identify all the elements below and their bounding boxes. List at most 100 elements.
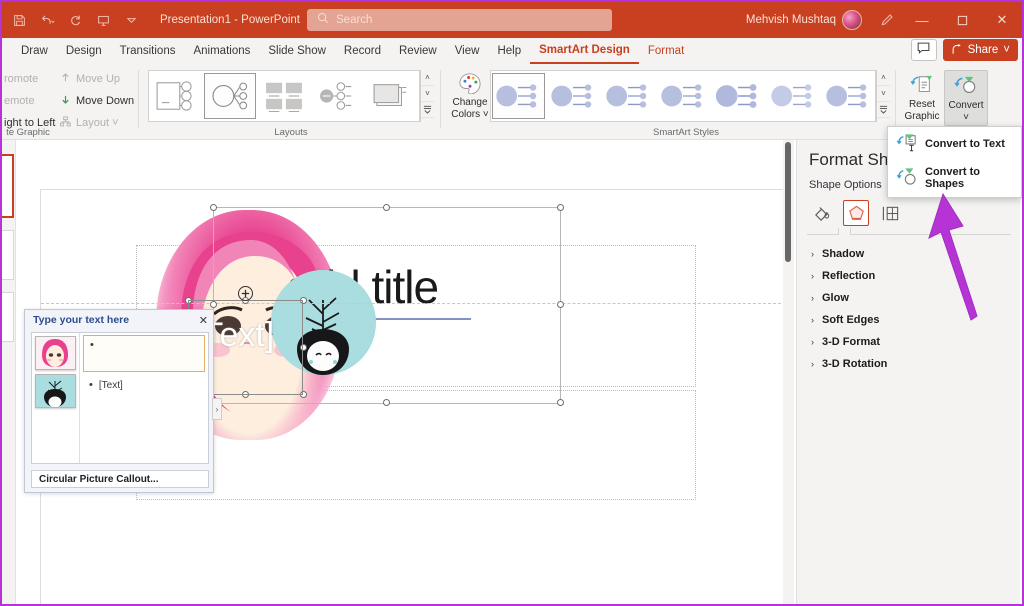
tab-transitions[interactable]: Transitions — [111, 38, 185, 64]
share-caret-icon[interactable]: ˅ — [1003, 44, 1010, 56]
tab-draw[interactable]: Draw — [12, 38, 57, 64]
canvas-scrollbar-thumb[interactable] — [785, 142, 791, 262]
text-pane-title: Type your text here — [33, 314, 130, 326]
picture-insert-icon[interactable] — [238, 286, 253, 301]
account-name[interactable]: Mehvish Mushtaq — [746, 14, 836, 26]
layout-item-picture-stack[interactable] — [366, 73, 418, 119]
ribbon-separator-1 — [138, 70, 139, 128]
smartart-text-pane[interactable]: Type your text here ✕ • • [Text] Circula… — [24, 309, 222, 493]
share-button[interactable]: Share ˅ — [942, 39, 1018, 61]
text-pane-close-icon[interactable]: ✕ — [199, 314, 208, 327]
move-down-command[interactable]: Move Down — [60, 92, 134, 109]
color-palette-icon — [458, 72, 482, 98]
tab-animations[interactable]: Animations — [184, 38, 259, 64]
format-section-soft-edges[interactable]: › Soft Edges — [811, 314, 879, 326]
slide-thumbnail-1[interactable] — [2, 154, 14, 218]
smartart-style-subtle-effect[interactable] — [602, 73, 655, 119]
change-colors-button[interactable]: Change Colors ˅ — [448, 70, 492, 122]
reset-graphic-button[interactable]: Reset Graphic — [900, 70, 944, 126]
layouts-scroll-up-icon[interactable]: ˄ — [421, 70, 434, 86]
smartart-style-intense-effect[interactable] — [711, 73, 764, 119]
format-section-glow[interactable]: › Glow — [811, 292, 849, 304]
smartart-style-inset[interactable] — [821, 73, 874, 119]
smartart-style-simple-fill[interactable] — [492, 73, 545, 119]
chevron-right-icon-glow: › — [811, 293, 814, 303]
layouts-gallery-nav[interactable]: ˄ ˅ — [420, 70, 434, 122]
layout-item-vertical-bullet-list[interactable] — [150, 73, 202, 119]
styles-more-icon[interactable] — [877, 102, 890, 118]
minimize-button[interactable]: — — [902, 2, 942, 38]
selection-handle-tc[interactable] — [383, 204, 390, 211]
layout-item-circular-picture-callout[interactable] — [203, 73, 257, 119]
smartart-styles-gallery[interactable] — [490, 70, 876, 122]
format-section-3d-format[interactable]: › 3-D Format — [811, 336, 880, 348]
ribbon-group-smartart-styles: Change Colors ˅ ˄ ˅ SmartArt Styles — [446, 64, 892, 140]
undo-icon[interactable] — [34, 7, 60, 33]
styles-scroll-up-icon[interactable]: ˄ — [877, 70, 890, 86]
layouts-gallery[interactable] — [148, 70, 420, 122]
titlebar-right: Mehvish Mushtaq — ✕ — [746, 2, 1022, 38]
effects-pentagon-icon[interactable] — [843, 200, 869, 226]
text-pane-thumb-2[interactable] — [35, 374, 76, 408]
promote-command[interactable]: romote — [4, 70, 55, 87]
text-pane-lines: • • [Text] — [80, 333, 208, 463]
slide-thumbnail-pane[interactable] — [2, 140, 16, 604]
tab-review[interactable]: Review — [390, 38, 446, 64]
layouts-scroll-down-icon[interactable]: ˅ — [421, 86, 434, 102]
convert-button[interactable]: Convert ˅ — [944, 70, 988, 126]
fill-and-line-icon[interactable] — [809, 200, 835, 226]
ribbon-separator-3 — [895, 70, 896, 128]
smartart-style-polished[interactable] — [766, 73, 819, 119]
format-section-3d-rotation[interactable]: › 3-D Rotation — [811, 358, 887, 370]
chevron-right-icon-reflection: › — [811, 271, 814, 281]
slide-thumbnail-2[interactable] — [2, 230, 14, 280]
move-up-command[interactable]: Move Up — [60, 70, 134, 87]
convert-dropdown-caret-icon[interactable]: ˅ — [963, 112, 969, 124]
text-pane-line-2[interactable]: • [Text] — [83, 376, 205, 395]
format-section-3d-format-label: 3-D Format — [822, 336, 881, 348]
selection-handle-tl[interactable] — [210, 204, 217, 211]
canvas-vertical-scrollbar[interactable] — [783, 140, 794, 604]
tab-smartart-design[interactable]: SmartArt Design — [530, 38, 639, 64]
menu-item-convert-to-shapes[interactable]: Convert to Shapes — [888, 161, 1021, 195]
slide-thumbnail-3[interactable] — [2, 292, 14, 342]
selection-handle-tr[interactable] — [557, 204, 564, 211]
tab-format[interactable]: Format — [639, 38, 693, 64]
avatar[interactable] — [842, 10, 862, 30]
layouts-more-icon[interactable] — [421, 102, 434, 118]
layout-command[interactable]: Layout ˅ — [60, 114, 134, 131]
layout-item-basic-block-list[interactable] — [258, 73, 310, 119]
customize-qat-icon[interactable] — [118, 7, 144, 33]
tab-slide-show[interactable]: Slide Show — [259, 38, 335, 64]
tab-view[interactable]: View — [446, 38, 489, 64]
text-pane-expander-icon[interactable]: › — [212, 398, 222, 420]
format-section-shadow[interactable]: › Shadow — [811, 248, 864, 260]
arrow-up-icon — [60, 72, 71, 86]
text-pane-line-1[interactable]: • — [83, 335, 205, 372]
selection-handle-bc[interactable] — [383, 399, 390, 406]
smartart-style-white-outline[interactable] — [547, 73, 600, 119]
maximize-button[interactable] — [942, 2, 982, 38]
save-icon[interactable] — [6, 7, 32, 33]
demote-command[interactable]: emote — [4, 92, 55, 109]
pen-icon[interactable] — [872, 2, 902, 38]
smartart-styles-gallery-nav[interactable]: ˄ ˅ — [876, 70, 890, 122]
selection-handle-br[interactable] — [557, 399, 564, 406]
search-box[interactable]: Search — [307, 9, 612, 31]
comments-button[interactable] — [910, 39, 937, 61]
format-section-reflection[interactable]: › Reflection — [811, 270, 875, 282]
menu-item-convert-to-text[interactable]: Convert to Text — [888, 127, 1021, 161]
change-colors-label-line1: Change — [452, 97, 488, 109]
text-pane-thumb-1[interactable] — [35, 336, 76, 370]
tab-help[interactable]: Help — [488, 38, 530, 64]
tab-record[interactable]: Record — [335, 38, 390, 64]
tab-design[interactable]: Design — [57, 38, 111, 64]
redo-icon[interactable] — [62, 7, 88, 33]
size-and-properties-icon[interactable] — [877, 200, 903, 226]
start-presentation-icon[interactable] — [90, 7, 116, 33]
smartart-style-moderate-effect[interactable] — [657, 73, 710, 119]
close-button[interactable]: ✕ — [982, 2, 1022, 38]
styles-scroll-down-icon[interactable]: ˅ — [877, 86, 890, 102]
layout-item-radial-cluster[interactable] — [312, 73, 364, 119]
selection-handle-mr[interactable] — [557, 301, 564, 308]
